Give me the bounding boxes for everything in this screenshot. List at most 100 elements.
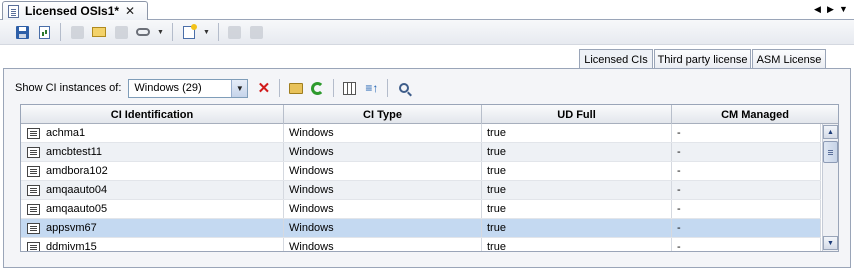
table-row[interactable]: amqaauto04 Windows true - (21, 181, 821, 200)
tools-separator (333, 79, 335, 97)
ci-type-cell: Windows (284, 181, 482, 199)
disabled-button-3 (225, 22, 245, 42)
ud-full-cell: true (482, 162, 672, 180)
new-dropdown-icon[interactable]: ▼ (203, 29, 210, 36)
table-row[interactable]: amqaauto05 Windows true - (21, 200, 821, 219)
ci-identification-cell: ddmivm15 (46, 241, 97, 252)
cm-managed-cell: - (672, 124, 821, 142)
search-button[interactable] (394, 79, 413, 98)
tab-asm-license[interactable]: ASM License (752, 49, 826, 69)
folder-properties-icon (288, 82, 303, 94)
tab-licensed-cis[interactable]: Licensed CIs (579, 49, 653, 69)
windows-ci-icon (27, 184, 40, 196)
cm-managed-cell: - (672, 200, 821, 218)
table-row[interactable]: achma1 Windows true - (21, 124, 821, 143)
windows-ci-icon (27, 146, 40, 158)
ud-full-cell: true (482, 143, 672, 161)
new-button[interactable] (179, 22, 199, 42)
disabled-button-1 (67, 22, 87, 42)
properties-button[interactable] (286, 79, 305, 98)
refresh-button[interactable] (308, 79, 327, 98)
editor-tab[interactable]: Licensed OSIs1* ✕ (2, 1, 148, 20)
disabled-icon (70, 25, 84, 39)
table-header: CI Identification CI Type UD Full CM Man… (21, 105, 838, 124)
close-icon[interactable]: ✕ (125, 4, 135, 18)
ci-type-cell: Windows (284, 162, 482, 180)
filter-label: Show CI instances of: (15, 82, 122, 94)
editor-tab-title: Licensed OSIs1* (25, 4, 120, 18)
cm-managed-cell: - (672, 238, 821, 251)
scrollbar-thumb[interactable] (823, 141, 838, 163)
column-header-cm-managed[interactable]: CM Managed (672, 105, 838, 124)
filter-row: Show CI instances of: Windows (29) ▼ ✕ ≡… (15, 78, 413, 98)
windows-ci-icon (27, 127, 40, 139)
table-row[interactable]: ddmivm15 Windows true - (21, 238, 821, 252)
ci-type-select-value: Windows (29) (134, 82, 202, 94)
column-header-ud-full[interactable]: UD Full (482, 105, 672, 124)
table-row-selected[interactable]: appsvm67 Windows true - (21, 219, 821, 238)
report-button[interactable] (34, 22, 54, 42)
toolbar-separator (60, 23, 61, 41)
email-button[interactable] (89, 22, 109, 42)
filter-tools: ✕ ≡↑ (254, 79, 413, 98)
delete-button[interactable]: ✕ (254, 79, 273, 98)
ci-identification-cell: appsvm67 (46, 222, 97, 234)
document-chart-icon (38, 25, 50, 39)
column-header-ci-identification[interactable]: CI Identification (21, 105, 284, 124)
toolbar-separator (171, 23, 173, 41)
ci-type-cell: Windows (284, 219, 482, 237)
ci-type-cell: Windows (284, 238, 482, 251)
editor-tab-bar: Licensed OSIs1* ✕ ◀ ▶ ▼ (0, 0, 854, 20)
ci-identification-cell: achma1 (46, 127, 86, 139)
licensed-cis-panel: Show CI instances of: Windows (29) ▼ ✕ ≡… (3, 68, 851, 268)
ci-identification-cell: amqaauto04 (46, 184, 108, 196)
sub-tab-bar: Licensed CIs Third party license ASM Lic… (0, 45, 854, 69)
ud-full-cell: true (482, 200, 672, 218)
scroll-up-icon[interactable]: ▲ (823, 125, 838, 139)
link-dropdown-icon[interactable]: ▼ (157, 29, 164, 36)
disabled-icon (250, 25, 264, 39)
mail-icon (92, 27, 106, 37)
search-icon (398, 83, 409, 93)
windows-ci-icon (27, 203, 40, 215)
new-document-icon (182, 23, 197, 39)
sort-icon: ≡↑ (365, 81, 379, 95)
table-row[interactable]: amcbtest11 Windows true - (21, 143, 821, 162)
tools-separator (279, 79, 281, 97)
tab-list-menu-icon[interactable]: ▼ (839, 3, 848, 15)
scroll-right-icon[interactable]: ▶ (826, 3, 835, 15)
ud-full-cell: true (482, 181, 672, 199)
columns-icon (343, 81, 357, 95)
disabled-icon (114, 25, 128, 39)
ci-type-select[interactable]: Windows (29) ▼ (128, 78, 249, 98)
ci-identification-cell: amdbora102 (46, 165, 108, 177)
disabled-button-4 (247, 22, 267, 42)
main-toolbar: ▼ ▼ (0, 20, 854, 45)
chevron-down-icon[interactable]: ▼ (231, 79, 248, 97)
ci-type-cell: Windows (284, 143, 482, 161)
windows-ci-icon (27, 241, 40, 251)
tab-third-party-license[interactable]: Third party license (654, 49, 751, 69)
columns-button[interactable] (340, 79, 359, 98)
tools-separator (387, 79, 389, 97)
link-button[interactable] (133, 22, 153, 42)
disabled-icon (228, 25, 242, 39)
sort-button[interactable]: ≡↑ (362, 79, 381, 98)
scroll-down-icon[interactable]: ▼ (823, 236, 838, 250)
tab-navigation: ◀ ▶ ▼ (813, 3, 848, 15)
toolbar-separator (217, 23, 219, 41)
table-row[interactable]: amdbora102 Windows true - (21, 162, 821, 181)
ud-full-cell: true (482, 238, 672, 251)
save-button[interactable] (12, 22, 32, 42)
column-header-ci-type[interactable]: CI Type (284, 105, 482, 124)
vertical-scrollbar[interactable]: ▲ ▼ (822, 124, 838, 251)
ci-identification-cell: amcbtest11 (46, 146, 103, 158)
disabled-button-2 (111, 22, 131, 42)
refresh-icon (311, 81, 325, 95)
ci-table: CI Identification CI Type UD Full CM Man… (20, 104, 839, 252)
scroll-left-icon[interactable]: ◀ (813, 3, 822, 15)
link-icon (136, 28, 150, 36)
windows-ci-icon (27, 165, 40, 177)
cm-managed-cell: - (672, 162, 821, 180)
ud-full-cell: true (482, 124, 672, 142)
